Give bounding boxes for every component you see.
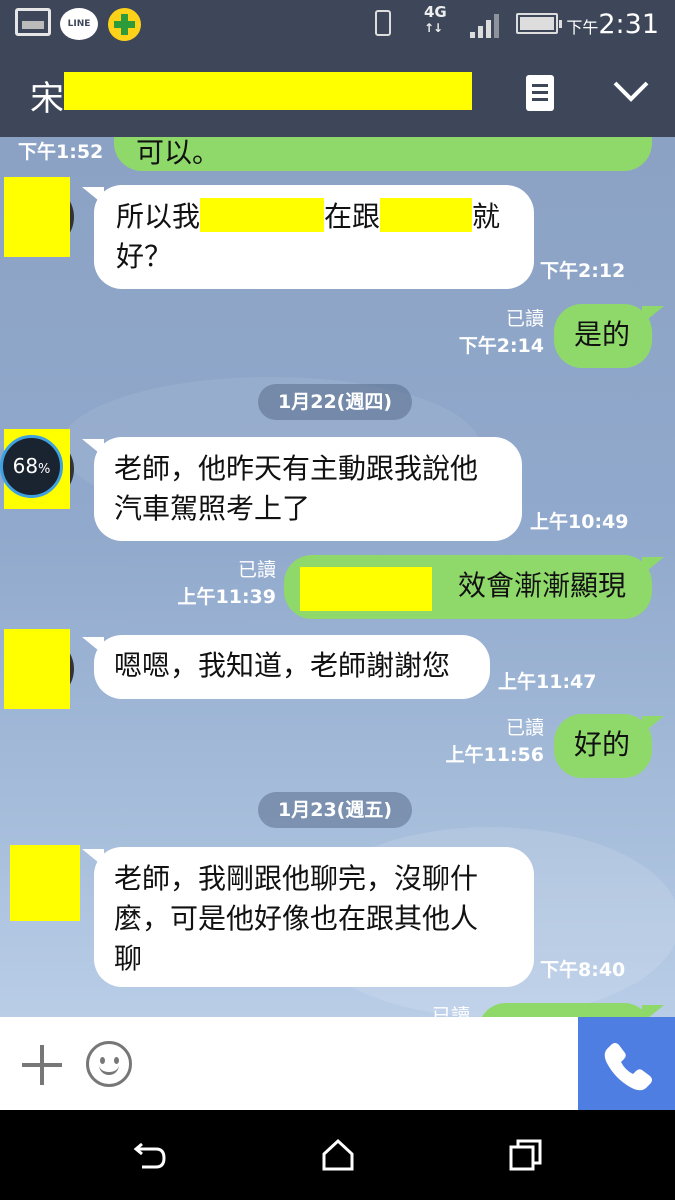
- outgoing-message[interactable]: 效會漸漸顯現: [284, 555, 664, 619]
- message-meta: 已讀 上午11:39: [170, 557, 276, 611]
- incoming-message[interactable]: 所以我 在跟 就好？: [82, 185, 534, 289]
- call-button[interactable]: [578, 1017, 675, 1110]
- outgoing-message[interactable]: 好的: [554, 714, 664, 778]
- message-time: 下午2:12: [540, 258, 632, 285]
- message-meta: 已讀 上午11:56: [436, 715, 544, 769]
- outgoing-message[interactable]: 是的: [554, 304, 664, 368]
- time-label: 下午2:12: [540, 260, 626, 282]
- input-bar: [0, 1017, 675, 1110]
- phone-icon: [604, 1043, 652, 1091]
- redaction-box: [300, 567, 432, 611]
- incoming-message[interactable]: 老師，我剛跟他聊完，沒聊什 麼，可是他好像也在跟其他人聊: [82, 847, 534, 987]
- redaction-box: [10, 845, 80, 921]
- plus-icon[interactable]: [22, 1045, 62, 1085]
- time-label: 上午10:49: [530, 511, 629, 533]
- read-receipt: 已讀: [431, 1005, 470, 1017]
- status-time-prefix: 下午: [566, 18, 599, 37]
- message-text: 就: [472, 200, 501, 233]
- message-text: 在跟: [324, 200, 381, 233]
- time-label: 上午11:56: [445, 744, 544, 766]
- time-label: 下午8:40: [540, 959, 626, 981]
- time-label: 上午11:39: [177, 586, 276, 608]
- chat-area[interactable]: 下午1:52 可以。 所以我 在跟就好？ 下午2:12 已讀 下午2:14 是的 …: [0, 137, 675, 1017]
- time-label: 下午2:14: [458, 335, 544, 357]
- badge-unit: %: [38, 462, 51, 477]
- message-text: 效會漸漸顯現: [458, 569, 627, 602]
- message-time: 下午1:52: [18, 139, 108, 166]
- recent-apps-icon[interactable]: [508, 1138, 544, 1172]
- message-text: 是的: [574, 318, 631, 351]
- date-divider: 1月23(週五): [258, 792, 413, 828]
- battery-icon: [516, 13, 562, 34]
- status-time: 下午2:31: [566, 9, 659, 40]
- smiley-icon[interactable]: [86, 1041, 132, 1087]
- read-receipt: 已讀: [237, 559, 276, 581]
- chat-header: 宋: [0, 47, 675, 137]
- system-nav-bar: [0, 1110, 675, 1200]
- message-text: 老師，他昨天有主動跟我說他: [114, 452, 479, 485]
- plus-app-icon: [108, 8, 141, 41]
- chat-title: 宋: [30, 79, 64, 119]
- status-bar: LINE 4G ↑↓ 下午2:31: [0, 0, 675, 47]
- message-text: 老師，我剛跟他聊完，沒聊什: [114, 862, 479, 895]
- message-text: 麼，可是他好像也在跟其他人: [114, 902, 479, 935]
- avatar[interactable]: [4, 177, 74, 257]
- redaction-box: [4, 629, 70, 709]
- message-meta: 已讀 下午2:14: [440, 306, 544, 360]
- status-time-value: 2:31: [598, 9, 659, 40]
- avatar[interactable]: [4, 629, 74, 709]
- redaction-box: [4, 177, 70, 257]
- line-icon-label: LINE: [67, 19, 91, 29]
- battery-overlay-badge[interactable]: 68%: [0, 435, 63, 498]
- redaction-box: [200, 198, 325, 232]
- message-text: 可以。: [136, 137, 221, 169]
- message-text: 好？: [116, 240, 173, 273]
- back-icon[interactable]: [132, 1138, 168, 1170]
- redaction-box: [380, 198, 473, 232]
- gallery-icon: [15, 8, 51, 36]
- avatar[interactable]: [10, 845, 80, 921]
- time-label: 上午11:47: [498, 671, 597, 693]
- read-receipt: 已讀: [505, 717, 544, 739]
- memo-icon[interactable]: [526, 75, 554, 111]
- badge-value: 68: [12, 454, 39, 478]
- redaction-box: [64, 72, 472, 110]
- outgoing-message[interactable]: [478, 1003, 664, 1017]
- chevron-down-icon[interactable]: [612, 75, 650, 105]
- message-meta: 已讀: [400, 1003, 470, 1017]
- outgoing-message[interactable]: 可以。: [114, 137, 652, 171]
- message-time: 上午10:49: [530, 509, 632, 536]
- incoming-message[interactable]: 嗯嗯，我知道，老師謝謝您: [82, 635, 490, 699]
- message-time: 上午11:47: [498, 669, 604, 696]
- home-icon[interactable]: [320, 1138, 356, 1172]
- message-text: 嗯嗯，我知道，老師謝謝您: [114, 649, 451, 682]
- signal-icon: [470, 12, 506, 38]
- message-time: 下午8:40: [540, 957, 632, 984]
- network-label: 4G: [424, 3, 447, 21]
- message-text: 好的: [574, 728, 631, 761]
- read-receipt: 已讀: [505, 308, 544, 330]
- message-text: 汽車駕照考上了: [114, 492, 311, 525]
- message-text: 所以我: [116, 200, 201, 233]
- vibrate-icon: [375, 10, 391, 36]
- line-app-icon: LINE: [60, 8, 98, 40]
- network-4g-icon: 4G ↑↓: [424, 3, 447, 35]
- message-text: 聊: [114, 942, 143, 975]
- incoming-message[interactable]: 老師，他昨天有主動跟我說他 汽車駕照考上了: [82, 437, 522, 541]
- date-divider: 1月22(週四): [258, 384, 413, 420]
- time-label: 下午1:52: [18, 141, 104, 163]
